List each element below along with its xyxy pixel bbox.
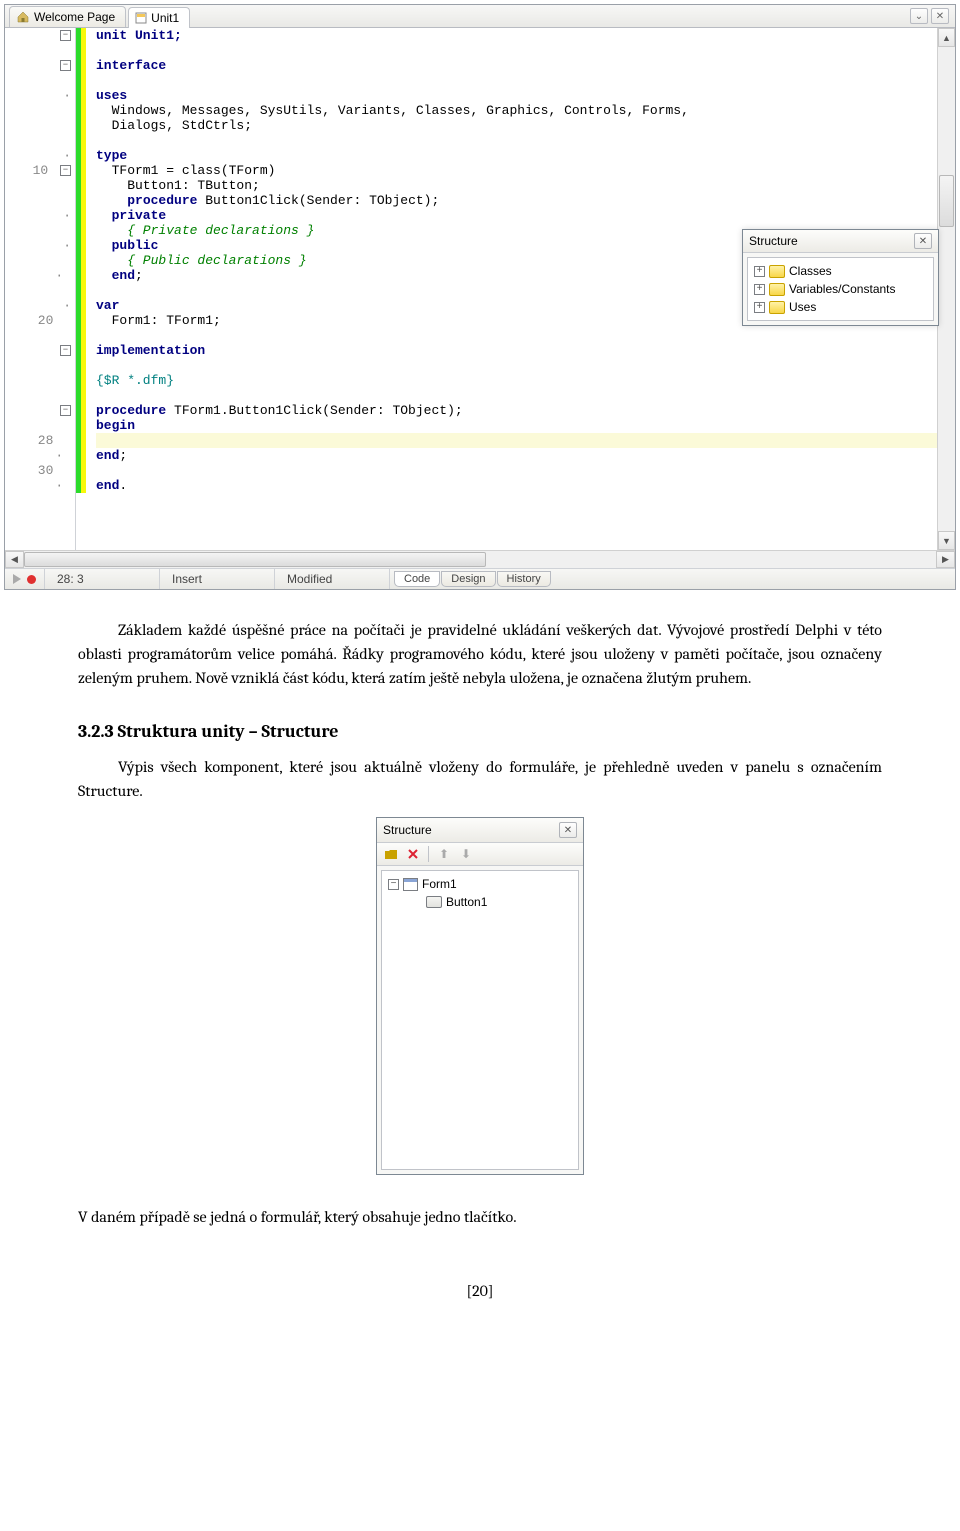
house-icon [16,11,30,23]
structure-panel-title: Structure [383,821,432,839]
modified-flag: Modified [275,569,390,589]
document-body: Základem každé úspěšné práce na počítači… [0,590,960,1343]
tree-item-form1[interactable]: − Form1 [386,875,574,893]
tree-label-form1: Form1 [422,875,457,893]
tab-list-button[interactable]: ⌄ [910,8,928,24]
structure-panel-title: Structure [749,234,798,248]
tab-unit1[interactable]: Unit1 [128,7,190,28]
ide-tab-bar: Welcome Page Unit1 ⌄ ✕ [5,5,955,28]
chevron-down-icon: ⌄ [915,11,923,22]
structure-toolbar: ⬆ ⬇ [377,843,583,866]
toolbar-delete-icon[interactable] [404,846,422,862]
tree-item-uses[interactable]: + Uses [752,298,929,316]
tab-unit1-label: Unit1 [151,11,179,25]
structure-close-button[interactable]: ✕ [559,822,577,838]
expand-icon[interactable]: + [754,284,765,295]
vertical-scrollbar[interactable]: ▲ ▼ [937,28,955,550]
structure-close-button[interactable]: ✕ [914,233,932,249]
close-icon: ✕ [919,236,927,247]
toolbar-open-icon[interactable] [382,846,400,862]
collapse-icon[interactable]: − [388,879,399,890]
expand-icon[interactable]: + [754,266,765,277]
unit-icon [135,12,147,24]
line-gutter: − − · · 10 − · · · · 20 [5,28,76,550]
toolbar-down-icon[interactable]: ⬇ [457,846,475,862]
tree-item-variables[interactable]: + Variables/Constants [752,280,929,298]
folder-icon [769,283,785,296]
editor-statusbar: 28: 3 Insert Modified Code Design Histor… [5,568,955,589]
tab-welcome-label: Welcome Page [34,10,115,24]
close-icon: ✕ [564,823,572,838]
page-number: [20] [78,1279,882,1303]
view-tab-design[interactable]: Design [441,571,495,587]
scroll-down-arrow[interactable]: ▼ [938,531,955,550]
tree-item-label: Uses [789,300,816,314]
ide-editor-window: Welcome Page Unit1 ⌄ ✕ − − · · [4,4,956,590]
folder-icon [769,265,785,278]
line-number-28: 28 [38,433,54,448]
folder-icon [769,301,785,314]
close-icon: ✕ [936,11,944,22]
toolbar-up-icon[interactable]: ⬆ [435,846,453,862]
tab-welcome[interactable]: Welcome Page [9,6,126,27]
paragraph-2: Výpis všech komponent, které jsou aktuál… [78,755,882,803]
scroll-thumb[interactable] [939,175,954,227]
record-icon[interactable] [27,575,36,584]
tree-item-classes[interactable]: + Classes [752,262,929,280]
paragraph-1: Základem každé úspěšné práce na počítači… [78,618,882,690]
tree-connector [408,893,422,911]
expand-icon[interactable]: + [754,302,765,313]
paragraph-3: V daném případě se jedná o formulář, kte… [78,1205,882,1229]
structure-panel-floating: Structure ✕ + Classes + Variables/Consta… [742,229,939,326]
hscroll-thumb[interactable] [24,552,486,567]
structure-panel-standalone: Structure ✕ ⬆ ⬇ − Form1 [376,817,584,1175]
tree-label-button1: Button1 [446,893,487,911]
cursor-position: 28: 3 [45,569,160,589]
scroll-left-arrow[interactable]: ◀ [5,551,24,568]
insert-mode: Insert [160,569,275,589]
tab-close-button[interactable]: ✕ [931,8,949,24]
line-number-20: 20 [38,313,54,328]
form-icon [403,878,418,891]
scroll-right-arrow[interactable]: ▶ [936,551,955,568]
heading-3-2-3: 3.2.3 Struktura unity – Structure [78,718,882,745]
button-icon [426,896,442,908]
tree-item-button1[interactable]: Button1 [386,893,574,911]
play-icon[interactable] [13,574,21,584]
tree-item-label: Variables/Constants [789,282,896,296]
tree-item-label: Classes [789,264,832,278]
view-tab-code[interactable]: Code [394,571,440,587]
horizontal-scrollbar[interactable]: ◀ ▶ [5,550,955,568]
line-number-10: 10 [33,163,49,178]
view-tab-history[interactable]: History [497,571,551,587]
line-number-30: 30 [38,463,54,478]
